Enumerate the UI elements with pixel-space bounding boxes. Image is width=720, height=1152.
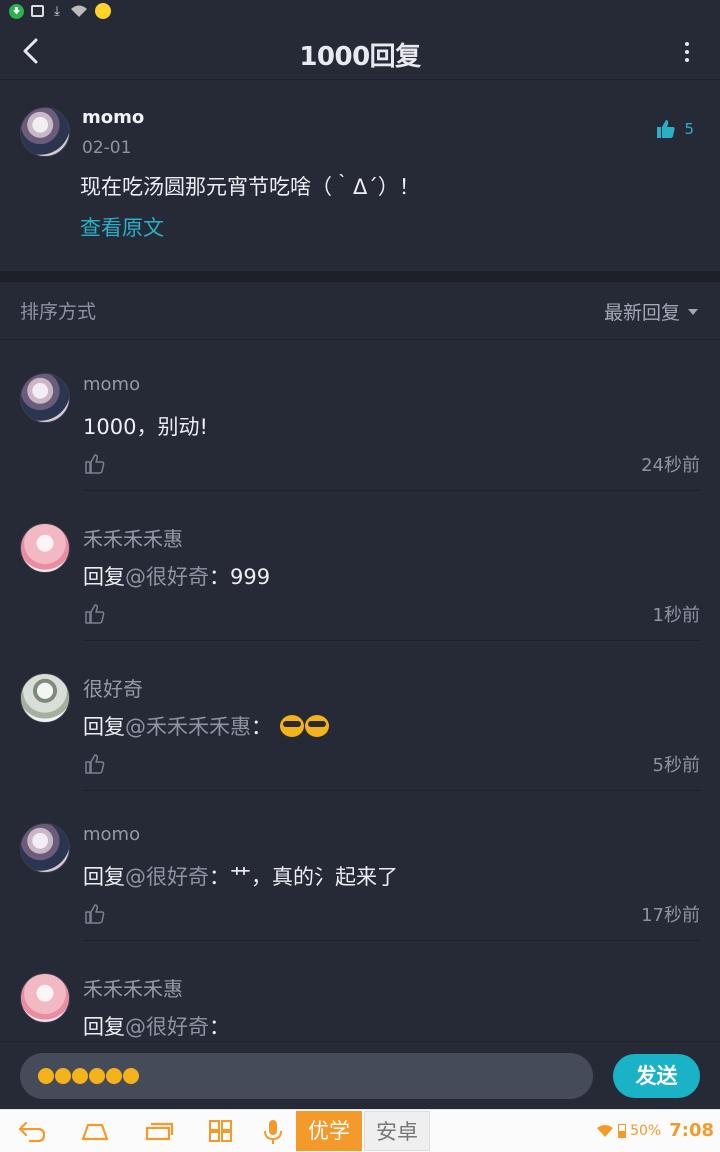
emoji-icon	[106, 1068, 122, 1084]
emoji-icon	[72, 1068, 88, 1084]
reply-mention[interactable]: @禾禾禾禾惠	[125, 715, 251, 739]
sort-bar: 排序方式 最新回复	[0, 282, 720, 340]
post-like-button[interactable]: 5	[656, 119, 694, 139]
like-count: 5	[684, 120, 694, 138]
wifi-icon	[597, 1124, 614, 1137]
image-notification-icon	[31, 5, 44, 17]
cool-emoji-icon	[279, 715, 304, 737]
top-app-bar: 1000回复	[0, 22, 720, 80]
reply-prefix: 回复	[83, 1015, 125, 1039]
reply-time: 5秒前	[652, 755, 700, 776]
reply-prefix: 回复	[83, 715, 125, 739]
send-button[interactable]: 发送	[613, 1054, 700, 1098]
thumbs-up-icon[interactable]	[84, 753, 106, 775]
reply-author[interactable]: momo	[83, 824, 140, 845]
battery-percent: 50%	[630, 1122, 662, 1139]
reply-content: 回复@很好奇：艹，真的氵起来了	[83, 861, 398, 891]
avatar[interactable]	[20, 373, 70, 423]
reply-body: ：999	[209, 565, 271, 589]
sort-dropdown[interactable]: 最新回复	[604, 298, 698, 325]
reply-list: momo 1000，别动! 24秒前 禾禾禾禾惠 回复@很好奇：999 1秒前 …	[0, 341, 720, 1041]
post-author[interactable]: momo	[82, 107, 144, 128]
thumbs-up-icon[interactable]	[84, 453, 106, 475]
avatar[interactable]	[20, 107, 70, 157]
download-icon: ⤓	[54, 3, 60, 19]
emoji-icon	[55, 1068, 71, 1084]
reply-mention[interactable]: @很好奇	[125, 565, 209, 589]
emoji-icon	[123, 1068, 139, 1084]
reply-time: 24秒前	[641, 455, 700, 476]
reply-author[interactable]: 禾禾禾禾惠	[83, 523, 183, 552]
avatar[interactable]	[20, 823, 70, 873]
system-status: 50% 7:08	[596, 1120, 714, 1141]
emoji-notification-icon	[95, 3, 111, 19]
nav-recent-apps-icon[interactable]	[144, 1119, 174, 1143]
reply-time: 1秒前	[652, 605, 700, 626]
list-item: momo 回复@很好奇：艹，真的氵起来了 17秒前	[0, 791, 720, 941]
system-navigation-bar: 优学 安卓 50% 7:08	[0, 1109, 720, 1152]
page-title: 1000回复	[299, 42, 421, 72]
avatar[interactable]	[20, 523, 70, 573]
sort-value: 最新回复	[603, 302, 680, 324]
reply-content: 1000，别动!	[83, 411, 208, 441]
status-bar: ⤓	[0, 0, 720, 22]
reply-author[interactable]: 很好奇	[83, 673, 143, 702]
sort-label: 排序方式	[20, 301, 97, 323]
avatar[interactable]	[20, 973, 70, 1023]
nav-back-icon[interactable]	[18, 1119, 46, 1143]
nav-home-icon[interactable]	[80, 1119, 110, 1143]
nav-anzhuo-button[interactable]: 安卓	[364, 1111, 430, 1151]
nav-app-grid-icon[interactable]	[208, 1119, 234, 1143]
nav-microphone-icon[interactable]	[262, 1119, 284, 1145]
thumbs-up-icon[interactable]	[84, 903, 106, 925]
list-item: momo 1000，别动! 24秒前	[0, 341, 720, 491]
list-item: 很好奇 回复@禾禾禾禾惠： 5秒前	[0, 641, 720, 791]
reply-body: 1000，别动!	[83, 415, 208, 439]
emoji-icon	[38, 1068, 54, 1084]
original-post: momo 02-01 现在吃汤圆那元宵节吃啥（｀Δ´）！ 查看原文 5	[0, 81, 720, 271]
comment-input[interactable]	[20, 1053, 593, 1099]
post-content: 现在吃汤圆那元宵节吃啥（｀Δ´）！	[80, 175, 420, 199]
reply-content: 回复@很好奇：999	[83, 561, 270, 591]
reply-mention[interactable]: @很好奇	[125, 1015, 209, 1039]
emoji-content	[38, 1068, 139, 1084]
thumbs-up-icon[interactable]	[84, 603, 106, 625]
reply-prefix: 回复	[83, 565, 125, 589]
list-item: 禾禾禾禾惠 回复@很好奇：	[0, 941, 720, 1041]
reply-author[interactable]: momo	[83, 374, 140, 395]
cool-emoji-icon	[304, 715, 329, 737]
reply-body: ：艹，真的氵起来了	[209, 865, 398, 889]
reply-content: 回复@很好奇：	[83, 1011, 230, 1041]
reply-author[interactable]: 禾禾禾禾惠	[83, 973, 183, 1002]
reply-body: ：	[209, 1015, 230, 1039]
post-date: 02-01	[82, 138, 132, 158]
battery-icon	[618, 1123, 627, 1138]
reply-mention[interactable]: @很好奇	[125, 865, 209, 889]
section-divider	[0, 271, 720, 282]
reply-content: 回复@禾禾禾禾惠：	[83, 711, 329, 741]
more-vert-icon[interactable]	[684, 42, 690, 62]
thumbs-up-filled-icon	[657, 120, 676, 138]
view-original-link[interactable]: 查看原文	[80, 212, 164, 242]
reply-time: 17秒前	[641, 905, 700, 926]
reply-prefix: 回复	[83, 865, 125, 889]
comment-input-bar: 发送	[0, 1041, 720, 1109]
reply-body: ：	[251, 715, 272, 739]
clock: 7:08	[669, 1120, 714, 1141]
list-item: 禾禾禾禾惠 回复@很好奇：999 1秒前	[0, 491, 720, 641]
nav-youxue-button[interactable]: 优学	[296, 1111, 362, 1151]
wifi-icon	[70, 4, 88, 19]
download-app-icon	[9, 3, 24, 19]
caret-down-icon	[688, 308, 698, 315]
emoji-icon	[89, 1068, 105, 1084]
avatar[interactable]	[20, 673, 70, 723]
